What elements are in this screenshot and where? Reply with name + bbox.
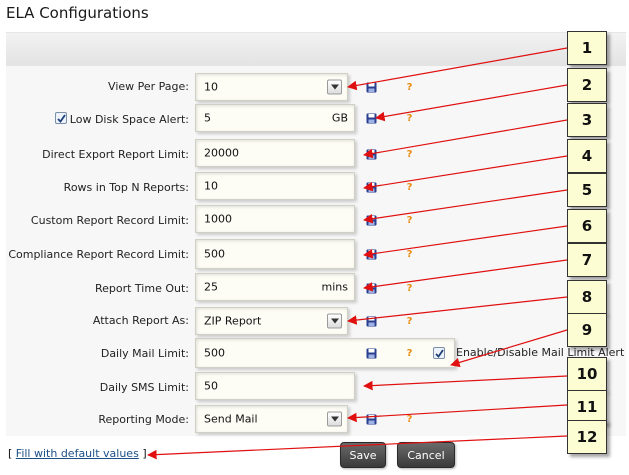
arrow-4 (363, 155, 568, 192)
callout-11: 11 (567, 390, 607, 424)
arrow-10 (363, 375, 568, 391)
arrow-1 (347, 47, 568, 91)
arrow-7 (363, 259, 568, 292)
callout-10: 10 (567, 357, 607, 391)
callout-3: 3 (567, 103, 607, 137)
callout-4: 4 (567, 139, 607, 173)
callout-12: 12 (567, 420, 607, 454)
arrow-6 (363, 225, 568, 259)
arrow-2 (375, 84, 568, 122)
callout-8: 8 (567, 280, 607, 314)
arrow-11 (347, 404, 568, 423)
arrow-12 (147, 435, 568, 460)
callout-9: 9 (567, 313, 607, 347)
callout-1: 1 (567, 31, 607, 65)
arrow-5 (363, 189, 568, 224)
callout-arrows (147, 47, 568, 460)
arrow-9 (450, 329, 568, 368)
callout-7: 7 (567, 243, 607, 277)
arrow-8 (347, 296, 568, 325)
callout-5: 5 (567, 173, 607, 207)
callout-6: 6 (567, 209, 607, 243)
arrow-3 (363, 119, 568, 159)
callout-2: 2 (567, 68, 607, 102)
